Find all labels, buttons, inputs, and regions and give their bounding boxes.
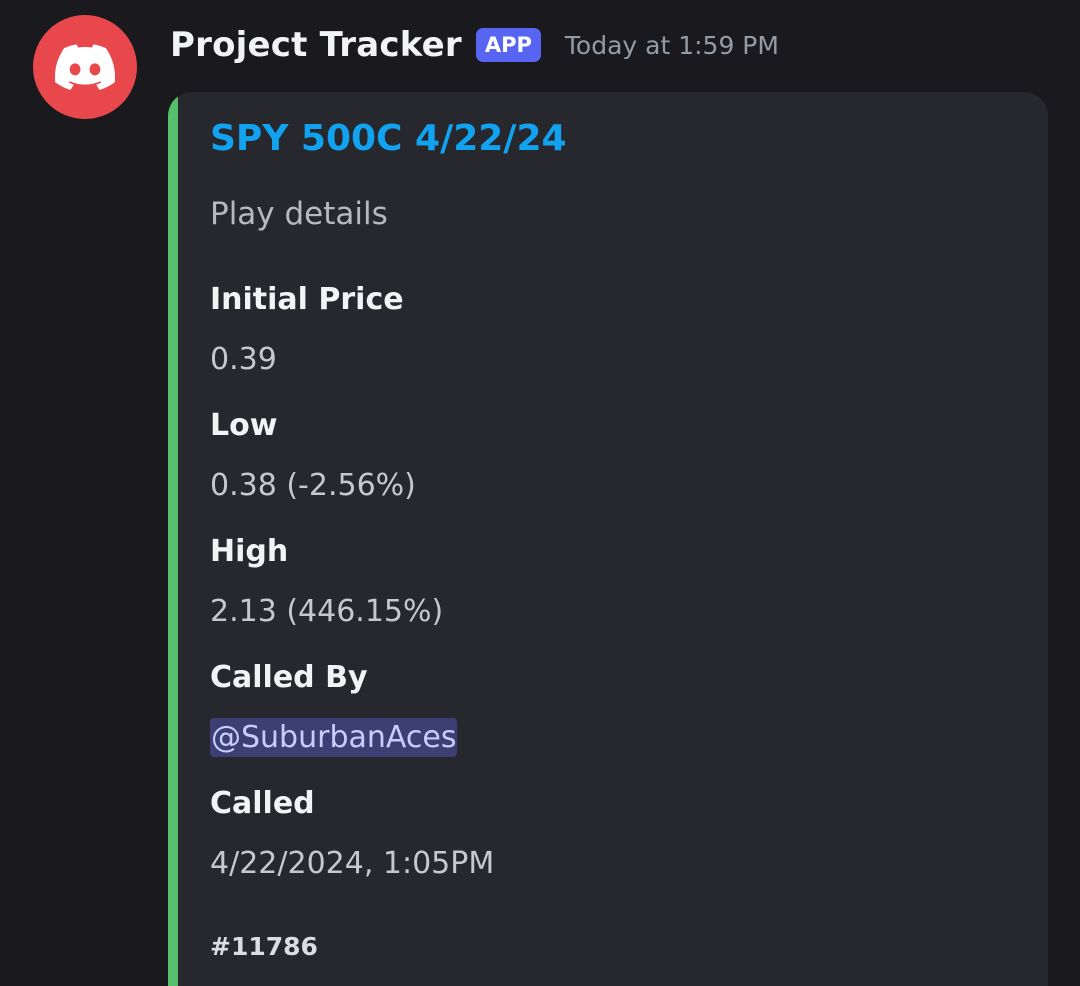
app-badge: APP <box>475 28 541 62</box>
discord-logo-icon <box>55 44 115 90</box>
message-header: Project Tracker APP Today at 1:59 PM <box>170 22 779 68</box>
field-name-called: Called <box>210 786 315 821</box>
field-name-low: Low <box>210 408 278 443</box>
field-name-called-by: Called By <box>210 660 368 695</box>
embed-footer: #11786 <box>210 932 318 961</box>
field-value-called: 4/22/2024, 1:05PM <box>210 846 495 881</box>
field-value-high: 2.13 (446.15%) <box>210 594 444 629</box>
chat-message: Project Tracker APP Today at 1:59 PM SPY… <box>0 0 1080 986</box>
field-value-initial-price: 0.39 <box>210 342 277 377</box>
embed-title: SPY 500C 4/22/24 <box>210 118 567 159</box>
field-name-initial-price: Initial Price <box>210 282 404 317</box>
bot-avatar[interactable] <box>33 15 137 119</box>
field-value-low: 0.38 (-2.56%) <box>210 468 416 503</box>
user-mention[interactable]: @SuburbanAces <box>210 718 458 757</box>
embed-description: Play details <box>210 196 388 232</box>
embed-accent-bar <box>168 92 178 986</box>
embed-card: SPY 500C 4/22/24 Play details Initial Pr… <box>168 92 1048 986</box>
author-name[interactable]: Project Tracker <box>170 25 462 65</box>
message-timestamp[interactable]: Today at 1:59 PM <box>565 31 779 60</box>
field-name-high: High <box>210 534 289 569</box>
field-value-called-by: @SuburbanAces <box>210 718 458 757</box>
